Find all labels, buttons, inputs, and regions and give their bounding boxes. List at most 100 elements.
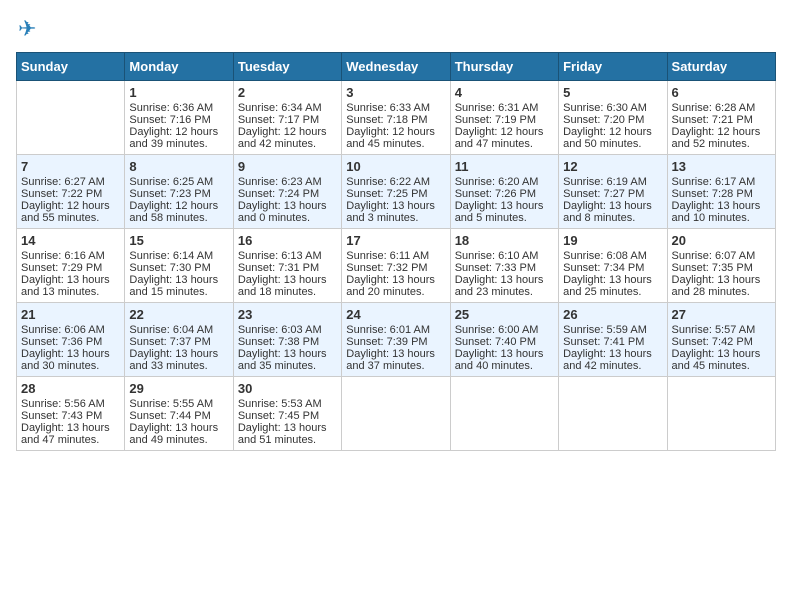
sunrise-text: Sunrise: 6:23 AM <box>238 176 337 188</box>
day-cell: 3 Sunrise: 6:33 AMSunset: 7:18 PMDaylight… <box>342 81 450 155</box>
day-cell: 25Sunrise: 6:00 AMSunset: 7:40 PMDayligh… <box>450 303 558 377</box>
day-cell: 16Sunrise: 6:13 AMSunset: 7:31 PMDayligh… <box>233 229 341 303</box>
sunrise-text: Sunrise: 6:03 AM <box>238 324 337 336</box>
sunset-text: Sunset: 7:23 PM <box>129 188 228 200</box>
sunrise-text: Sunrise: 5:53 AM <box>238 398 337 410</box>
sunrise-text: Sunrise: 6:04 AM <box>129 324 228 336</box>
day-cell: 29Sunrise: 5:55 AMSunset: 7:44 PMDayligh… <box>125 377 233 451</box>
daylight-text: Daylight: 12 hours and 52 minutes. <box>672 126 771 150</box>
daylight-text: Daylight: 13 hours and 40 minutes. <box>455 348 554 372</box>
sunrise-text: Sunrise: 6:25 AM <box>129 176 228 188</box>
sunset-text: Sunset: 7:28 PM <box>672 188 771 200</box>
day-cell <box>667 377 775 451</box>
header-row: SundayMondayTuesdayWednesdayThursdayFrid… <box>17 53 776 81</box>
day-number: 19 <box>563 233 662 248</box>
sunset-text: Sunset: 7:42 PM <box>672 336 771 348</box>
sunset-text: Sunset: 7:27 PM <box>563 188 662 200</box>
sunrise-text: Sunrise: 6:31 AM <box>455 102 554 114</box>
day-number: 28 <box>21 381 120 396</box>
logo: ✈ <box>16 16 36 42</box>
day-cell <box>342 377 450 451</box>
day-number: 22 <box>129 307 228 322</box>
sunrise-text: Sunrise: 6:00 AM <box>455 324 554 336</box>
day-number: 3 <box>346 85 445 100</box>
daylight-text: Daylight: 13 hours and 0 minutes. <box>238 200 337 224</box>
day-cell <box>450 377 558 451</box>
day-number: 16 <box>238 233 337 248</box>
day-cell: 8Sunrise: 6:25 AMSunset: 7:23 PMDaylight… <box>125 155 233 229</box>
day-number: 20 <box>672 233 771 248</box>
day-cell: 13Sunrise: 6:17 AMSunset: 7:28 PMDayligh… <box>667 155 775 229</box>
week-row-2: 7Sunrise: 6:27 AMSunset: 7:22 PMDaylight… <box>17 155 776 229</box>
day-cell: 26Sunrise: 5:59 AMSunset: 7:41 PMDayligh… <box>559 303 667 377</box>
day-number: 11 <box>455 159 554 174</box>
calendar-table: SundayMondayTuesdayWednesdayThursdayFrid… <box>16 52 776 451</box>
daylight-text: Daylight: 12 hours and 58 minutes. <box>129 200 228 224</box>
daylight-text: Daylight: 13 hours and 13 minutes. <box>21 274 120 298</box>
sunset-text: Sunset: 7:41 PM <box>563 336 662 348</box>
sunset-text: Sunset: 7:45 PM <box>238 410 337 422</box>
day-number: 6 <box>672 85 771 100</box>
day-cell: 21Sunrise: 6:06 AMSunset: 7:36 PMDayligh… <box>17 303 125 377</box>
week-row-5: 28Sunrise: 5:56 AMSunset: 7:43 PMDayligh… <box>17 377 776 451</box>
daylight-text: Daylight: 13 hours and 30 minutes. <box>21 348 120 372</box>
sunrise-text: Sunrise: 5:56 AM <box>21 398 120 410</box>
sunset-text: Sunset: 7:37 PM <box>129 336 228 348</box>
day-cell: 27Sunrise: 5:57 AMSunset: 7:42 PMDayligh… <box>667 303 775 377</box>
daylight-text: Daylight: 13 hours and 28 minutes. <box>672 274 771 298</box>
week-row-3: 14Sunrise: 6:16 AMSunset: 7:29 PMDayligh… <box>17 229 776 303</box>
daylight-text: Daylight: 13 hours and 15 minutes. <box>129 274 228 298</box>
daylight-text: Daylight: 12 hours and 50 minutes. <box>563 126 662 150</box>
col-header-tuesday: Tuesday <box>233 53 341 81</box>
day-number: 13 <box>672 159 771 174</box>
day-cell: 2Sunrise: 6:34 AMSunset: 7:17 PMDaylight… <box>233 81 341 155</box>
daylight-text: Daylight: 13 hours and 8 minutes. <box>563 200 662 224</box>
sunrise-text: Sunrise: 6:13 AM <box>238 250 337 262</box>
col-header-monday: Monday <box>125 53 233 81</box>
sunset-text: Sunset: 7:44 PM <box>129 410 228 422</box>
daylight-text: Daylight: 12 hours and 42 minutes. <box>238 126 337 150</box>
day-cell: 22Sunrise: 6:04 AMSunset: 7:37 PMDayligh… <box>125 303 233 377</box>
day-cell: 9Sunrise: 6:23 AMSunset: 7:24 PMDaylight… <box>233 155 341 229</box>
day-cell: 1Sunrise: 6:36 AMSunset: 7:16 PMDaylight… <box>125 81 233 155</box>
daylight-text: Daylight: 13 hours and 35 minutes. <box>238 348 337 372</box>
daylight-text: Daylight: 12 hours and 39 minutes. <box>129 126 228 150</box>
col-header-friday: Friday <box>559 53 667 81</box>
sunrise-text: Sunrise: 6:20 AM <box>455 176 554 188</box>
sunrise-text: Sunrise: 5:55 AM <box>129 398 228 410</box>
day-number: 24 <box>346 307 445 322</box>
sunset-text: Sunset: 7:40 PM <box>455 336 554 348</box>
day-cell: 23Sunrise: 6:03 AMSunset: 7:38 PMDayligh… <box>233 303 341 377</box>
sunset-text: Sunset: 7:34 PM <box>563 262 662 274</box>
daylight-text: Daylight: 12 hours and 47 minutes. <box>455 126 554 150</box>
day-cell: 18Sunrise: 6:10 AMSunset: 7:33 PMDayligh… <box>450 229 558 303</box>
col-header-wednesday: Wednesday <box>342 53 450 81</box>
day-number: 9 <box>238 159 337 174</box>
sunrise-text: Sunrise: 6:07 AM <box>672 250 771 262</box>
sunrise-text: Sunrise: 6:08 AM <box>563 250 662 262</box>
day-number: 27 <box>672 307 771 322</box>
sunrise-text: Sunrise: 6:16 AM <box>21 250 120 262</box>
daylight-text: Daylight: 13 hours and 3 minutes. <box>346 200 445 224</box>
daylight-text: Daylight: 13 hours and 37 minutes. <box>346 348 445 372</box>
sunset-text: Sunset: 7:18 PM <box>346 114 445 126</box>
day-cell: 17Sunrise: 6:11 AMSunset: 7:32 PMDayligh… <box>342 229 450 303</box>
sunrise-text: Sunrise: 6:33 AM <box>346 102 445 114</box>
day-cell: 11Sunrise: 6:20 AMSunset: 7:26 PMDayligh… <box>450 155 558 229</box>
sunset-text: Sunset: 7:19 PM <box>455 114 554 126</box>
day-cell <box>17 81 125 155</box>
day-cell <box>559 377 667 451</box>
sunset-text: Sunset: 7:31 PM <box>238 262 337 274</box>
sunset-text: Sunset: 7:43 PM <box>21 410 120 422</box>
daylight-text: Daylight: 12 hours and 45 minutes. <box>346 126 445 150</box>
sunset-text: Sunset: 7:22 PM <box>21 188 120 200</box>
day-cell: 30Sunrise: 5:53 AMSunset: 7:45 PMDayligh… <box>233 377 341 451</box>
sunset-text: Sunset: 7:32 PM <box>346 262 445 274</box>
sunset-text: Sunset: 7:30 PM <box>129 262 228 274</box>
day-cell: 6Sunrise: 6:28 AMSunset: 7:21 PMDaylight… <box>667 81 775 155</box>
daylight-text: Daylight: 12 hours and 55 minutes. <box>21 200 120 224</box>
day-cell: 28Sunrise: 5:56 AMSunset: 7:43 PMDayligh… <box>17 377 125 451</box>
day-cell: 20Sunrise: 6:07 AMSunset: 7:35 PMDayligh… <box>667 229 775 303</box>
sunset-text: Sunset: 7:26 PM <box>455 188 554 200</box>
sunrise-text: Sunrise: 6:22 AM <box>346 176 445 188</box>
